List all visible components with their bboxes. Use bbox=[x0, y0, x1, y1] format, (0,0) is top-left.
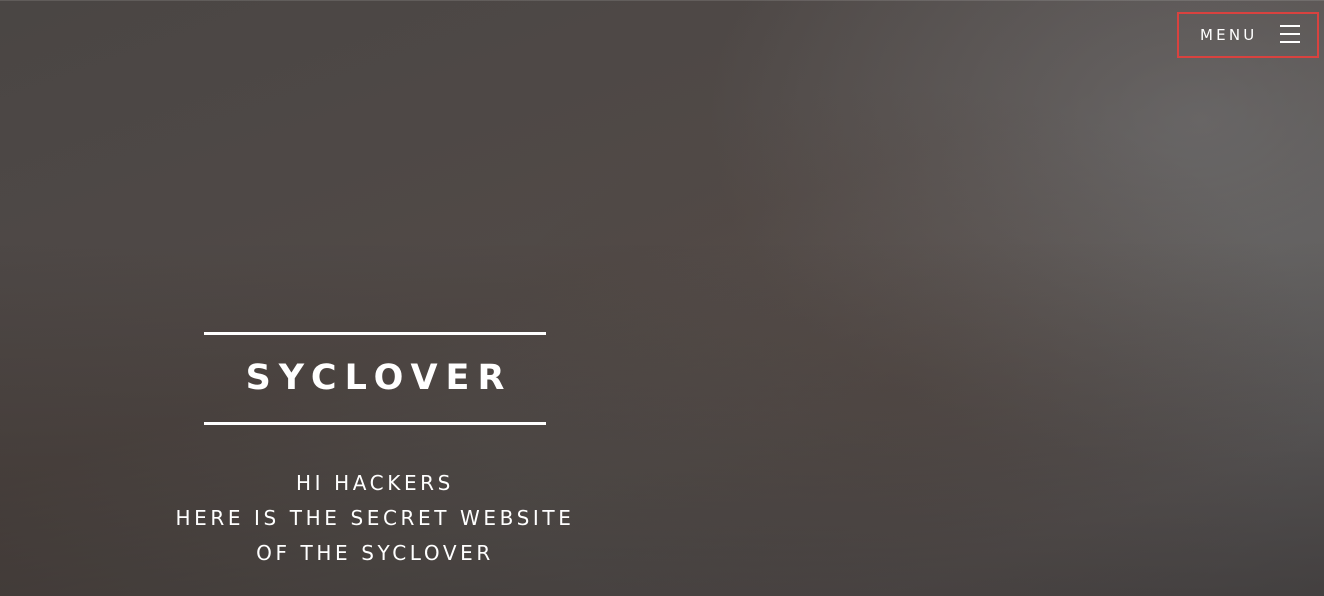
brand-rule-bottom bbox=[204, 422, 546, 425]
brand-rule-top bbox=[204, 332, 546, 335]
menu-label: MENU bbox=[1200, 26, 1258, 44]
menu-button[interactable]: MENU bbox=[1177, 12, 1319, 58]
tagline: HI HACKERS HERE IS THE SECRET WEBSITE OF… bbox=[100, 466, 650, 571]
tagline-line-1: HI HACKERS bbox=[296, 471, 454, 495]
page: { "header": { "menu_label": "MENU", "men… bbox=[0, 0, 1324, 596]
hamburger-icon bbox=[1280, 25, 1300, 44]
tagline-line-2: HERE IS THE SECRET WEBSITE bbox=[175, 506, 575, 530]
brand-block: SYCLOVER bbox=[204, 332, 546, 426]
top-border bbox=[0, 0, 1324, 1]
site-title: SYCLOVER bbox=[245, 358, 513, 398]
tagline-line-3: OF THE SYCLOVER bbox=[256, 541, 494, 565]
